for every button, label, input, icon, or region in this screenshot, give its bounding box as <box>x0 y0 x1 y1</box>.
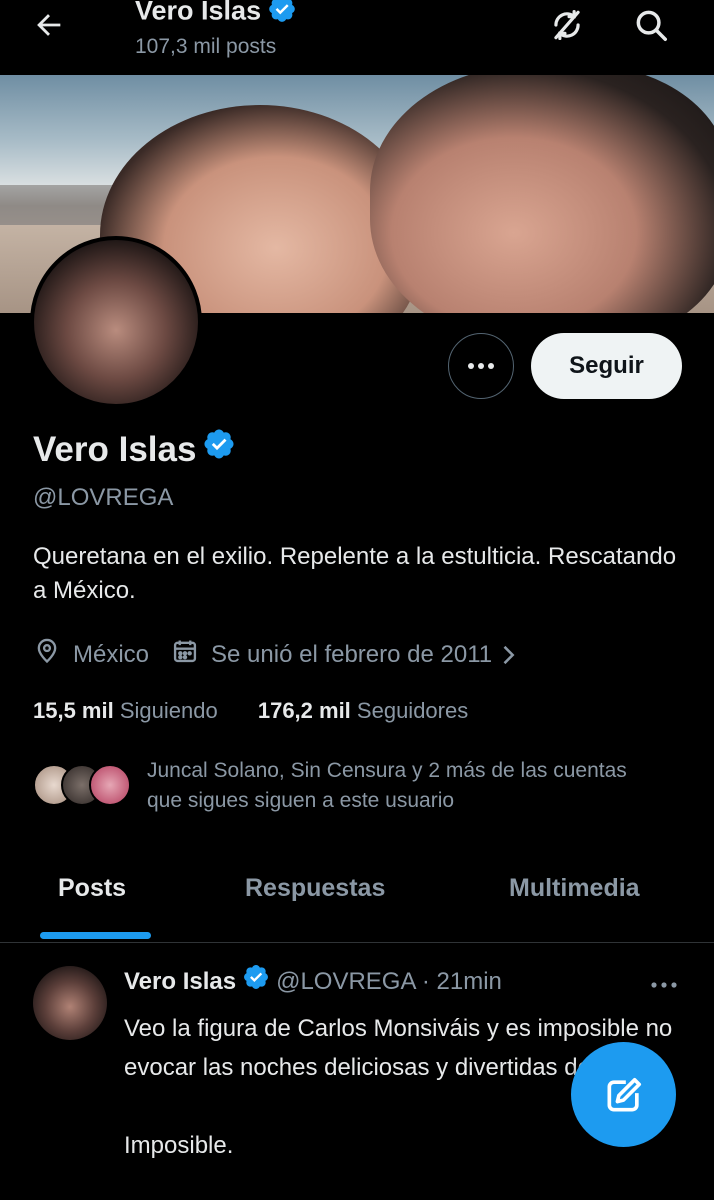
followers-link[interactable]: 176,2 mil Seguidores <box>258 698 468 724</box>
top-bar: Vero Islas 107,3 mil posts <box>0 0 714 75</box>
known-followers-text: Juncal Solano, Sin Censura y 2 más de la… <box>147 759 627 812</box>
follow-button[interactable]: Seguir <box>531 333 682 399</box>
followers-count: 176,2 mil <box>257 698 351 723</box>
following-count: 15,5 mil <box>33 698 114 723</box>
tweet-avatar[interactable] <box>33 966 107 1040</box>
tweet-author-name[interactable]: Vero Islas <box>124 968 236 995</box>
banner-person-right <box>370 75 714 313</box>
tweet-header: Vero Islas @LOVREGA · 21min <box>124 965 502 998</box>
calendar-icon <box>171 637 199 672</box>
location-text: México <box>73 640 150 668</box>
active-tab-indicator <box>40 932 151 939</box>
header-title-text: Vero Islas <box>135 0 262 26</box>
tweet-more-icon[interactable] <box>646 973 682 997</box>
header-title: Vero Islas <box>135 0 297 31</box>
compose-button[interactable] <box>571 1042 676 1147</box>
profile-tabs: Posts Respuestas Multimedia <box>0 858 714 943</box>
profile-name-text: Vero Islas <box>33 430 197 469</box>
profile-avatar[interactable] <box>30 236 202 408</box>
tweet-time: 21min <box>436 967 502 995</box>
location-pin-icon <box>33 637 61 672</box>
verified-badge-icon <box>267 0 297 31</box>
tweet-handle: @LOVREGA <box>276 967 416 995</box>
followers-label: Seguidores <box>356 698 469 723</box>
tab-respuestas[interactable]: Respuestas <box>245 874 385 903</box>
following-label: Siguiendo <box>119 698 218 723</box>
follow-counts: 15,5 mil Siguiendo 176,2 mil Seguidores <box>33 698 502 724</box>
tab-posts[interactable]: Posts <box>58 874 126 903</box>
posts-count: 107,3 mil posts <box>135 35 277 58</box>
profile-name: Vero Islas <box>33 427 236 470</box>
known-follower-avatar <box>89 764 131 806</box>
known-followers[interactable]: Juncal Solano, Sin Censura y 2 más de la… <box>33 756 683 816</box>
location-item: México <box>33 637 149 672</box>
profile-handle: @LOVREGA <box>33 484 174 511</box>
compose-pen-icon <box>607 1077 641 1111</box>
verified-badge-icon <box>242 963 270 998</box>
joined-item[interactable]: Se unió el febrero de 2011 <box>171 637 516 672</box>
more-options-button[interactable] <box>448 333 514 399</box>
following-link[interactable]: 15,5 mil Siguiendo <box>33 698 218 724</box>
back-arrow-icon[interactable] <box>32 8 66 42</box>
search-icon[interactable] <box>632 6 670 44</box>
no-sync-icon[interactable] <box>548 6 586 44</box>
joined-text: Se unió el febrero de 2011 <box>211 640 493 668</box>
tab-multimedia[interactable]: Multimedia <box>509 874 640 903</box>
profile-bio: Queretana en el exilio. Repelente a la e… <box>33 543 677 604</box>
verified-badge-icon <box>202 427 236 470</box>
tweet-separator: · <box>421 967 430 995</box>
chevron-right-icon <box>500 641 516 669</box>
profile-meta: México Se unió el febrero de 2011 <box>33 637 538 672</box>
more-dots-icon <box>468 363 494 369</box>
